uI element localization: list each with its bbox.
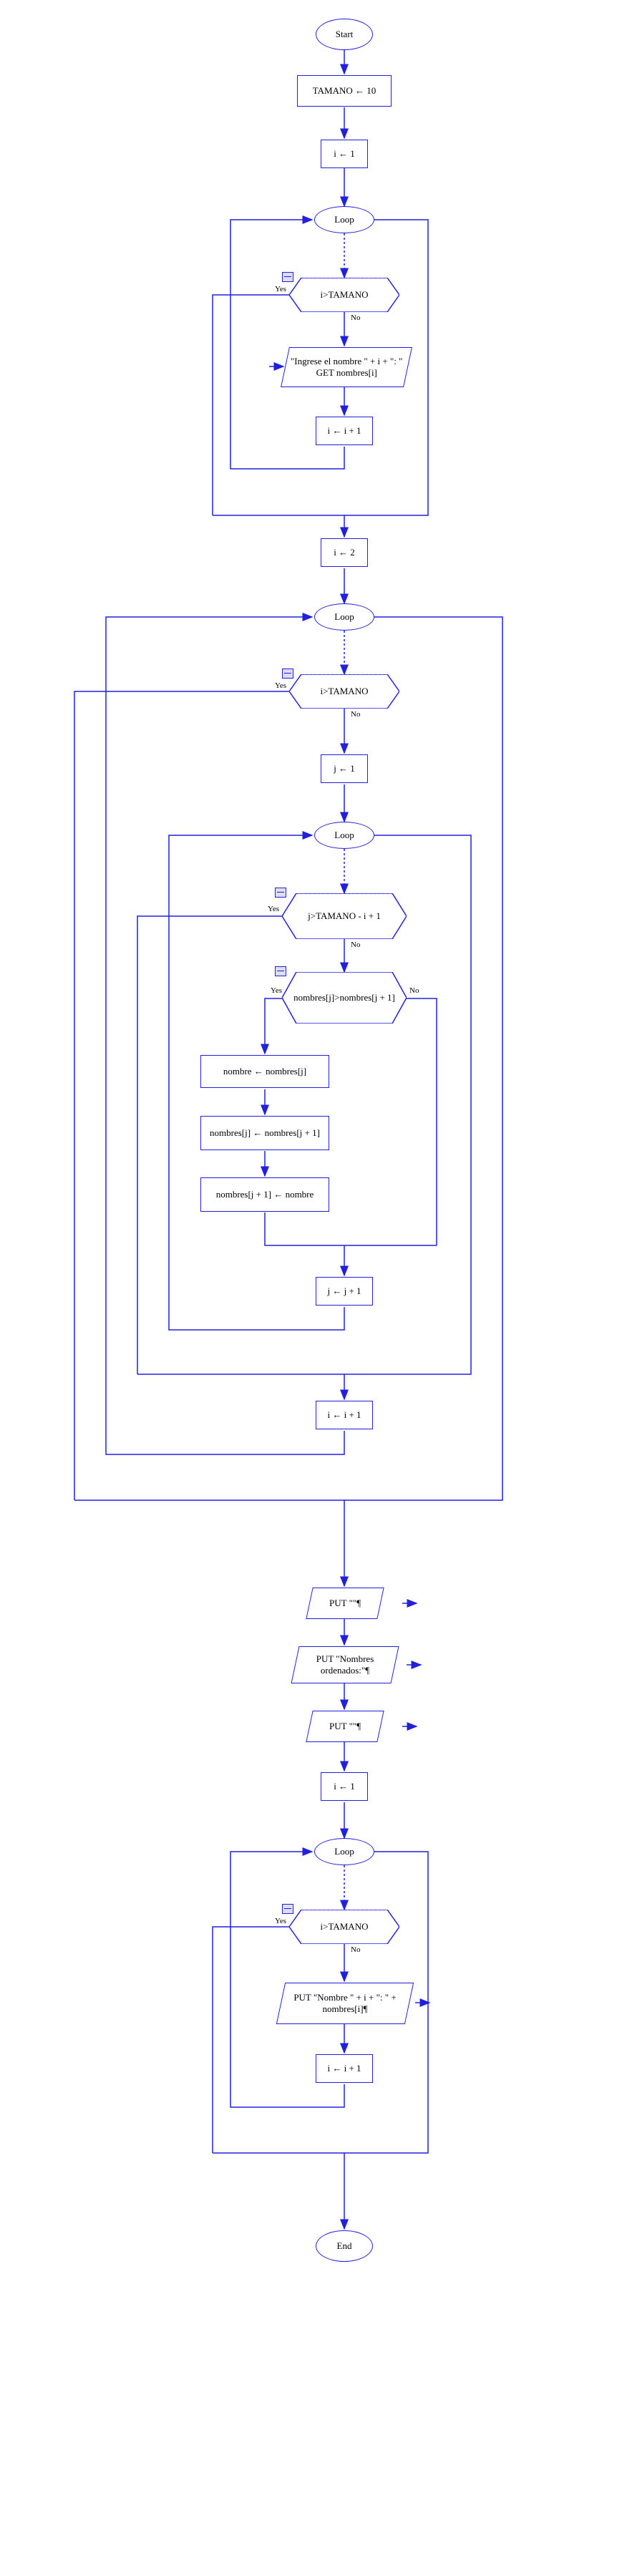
start-label: Start [336, 29, 354, 40]
output-nombre-i: PUT "Nombre " + i + ": " + nombres[i]¶ [276, 1983, 414, 2024]
no-label: No [409, 986, 419, 995]
yes-label: Yes [268, 905, 279, 913]
collapse-tag-icon [282, 272, 293, 282]
assign-i-1: i ← 1 [321, 140, 368, 168]
assign-i-2-label: i ← 2 [334, 547, 355, 558]
collapse-tag-icon [282, 1904, 293, 1914]
io-line1: "Ingrese el nombre " + i + ": " [291, 356, 402, 366]
yes-label: Yes [275, 1917, 286, 1925]
assign-tamano-label: TAMANO ← 10 [313, 85, 376, 97]
decision-i-gt-tamano-1: i>TAMANO [289, 278, 399, 312]
collapse-tag-icon [275, 888, 286, 898]
output-blank-2-label: PUT ""¶ [329, 1721, 361, 1732]
decision-d1-label: i>TAMANO [309, 289, 380, 301]
loop-3: Loop [314, 822, 374, 849]
loop-1: Loop [314, 206, 374, 233]
assign-tamano: TAMANO ← 10 [297, 75, 392, 107]
decision-d5-label: i>TAMANO [309, 1921, 380, 1933]
inc-j: j ← j + 1 [316, 1277, 373, 1306]
inc-j-label: j ← j + 1 [327, 1285, 361, 1297]
output-blank-1: PUT ""¶ [306, 1588, 384, 1619]
no-label: No [351, 941, 360, 949]
swap-assign-2-label: nombres[j + 1] ← nombre [216, 1189, 314, 1200]
swap-temp-label: nombre ← nombres[j] [223, 1066, 306, 1077]
loop-4: Loop [314, 1838, 374, 1865]
decision-d3-label: j>TAMANO - i + 1 [296, 910, 392, 922]
loop-4-label: Loop [334, 1846, 354, 1857]
output-blank-1-label: PUT ""¶ [329, 1598, 361, 1609]
no-label: No [351, 710, 360, 719]
yes-label: Yes [275, 681, 286, 690]
inc-i-3-label: i ← i + 1 [327, 2063, 361, 2074]
swap-temp: nombre ← nombres[j] [200, 1055, 329, 1088]
end-label: End [337, 2240, 352, 2252]
decision-j-gt-tamano-i: j>TAMANO - i + 1 [282, 893, 407, 939]
output-header: PUT "Nombres ordenados:"¶ [291, 1646, 399, 1683]
loop-2-label: Loop [334, 611, 354, 623]
assign-i-1b: i ← 1 [321, 1772, 368, 1801]
decision-d2-label: i>TAMANO [309, 686, 380, 697]
inc-i-2-label: i ← i + 1 [327, 1409, 361, 1421]
output-nombre-i-label: PUT "Nombre " + i + ": " + nombres[i]¶ [281, 1992, 409, 2015]
collapse-tag-icon [282, 669, 293, 679]
io-get-nombre: "Ingrese el nombre " + i + ": "GET nombr… [281, 347, 412, 387]
assign-j-1-label: j ← 1 [334, 763, 355, 774]
swap-assign-1-label: nombres[j] ← nombres[j + 1] [210, 1127, 320, 1139]
assign-i-1-label: i ← 1 [334, 148, 355, 160]
decision-i-gt-tamano-2: i>TAMANO [289, 674, 399, 709]
io-line2: GET nombres[i] [316, 367, 376, 378]
inc-i-3: i ← i + 1 [316, 2054, 373, 2083]
inc-i-1: i ← i + 1 [316, 417, 373, 445]
inc-i-1-label: i ← i + 1 [327, 425, 361, 437]
yes-label: Yes [271, 986, 282, 995]
decision-d4-label: nombres[j]>nombres[j + 1] [282, 992, 407, 1003]
no-label: No [351, 314, 360, 322]
loop-2: Loop [314, 603, 374, 631]
assign-i-2: i ← 2 [321, 538, 368, 567]
decision-i-gt-tamano-3: i>TAMANO [289, 1910, 399, 1944]
start-terminator: Start [316, 19, 373, 50]
swap-assign-2: nombres[j + 1] ← nombre [200, 1177, 329, 1212]
end-terminator: End [316, 2230, 373, 2262]
yes-label: Yes [275, 285, 286, 293]
no-label: No [351, 1945, 360, 1954]
decision-swap-needed: nombres[j]>nombres[j + 1] [282, 972, 407, 1024]
output-header-label: PUT "Nombres ordenados:"¶ [296, 1653, 394, 1676]
output-blank-2: PUT ""¶ [306, 1711, 384, 1742]
loop-1-label: Loop [334, 214, 354, 225]
assign-j-1: j ← 1 [321, 754, 368, 783]
collapse-tag-icon [275, 966, 286, 976]
inc-i-2: i ← i + 1 [316, 1401, 373, 1429]
assign-i-1b-label: i ← 1 [334, 1781, 355, 1792]
loop-3-label: Loop [334, 830, 354, 841]
swap-assign-1: nombres[j] ← nombres[j + 1] [200, 1116, 329, 1150]
